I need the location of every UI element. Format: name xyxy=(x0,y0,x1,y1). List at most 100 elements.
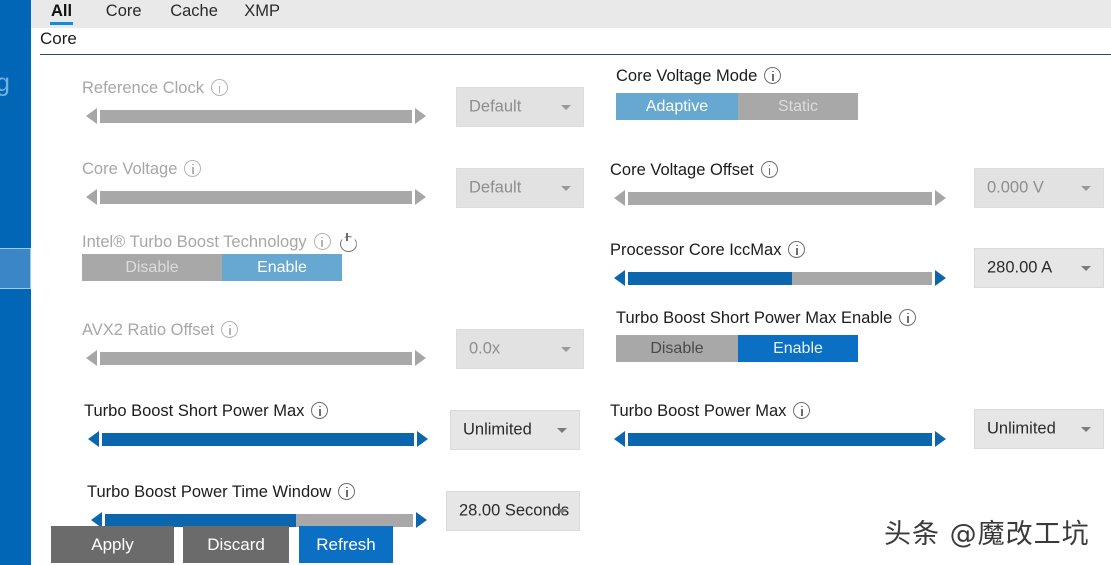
tab-xmp[interactable]: XMP xyxy=(235,0,289,28)
slider-increment-arrow[interactable] xyxy=(415,189,426,205)
slider-increment-arrow[interactable] xyxy=(935,431,946,447)
watermark: 头条 @魔改工坑 xyxy=(884,519,1090,550)
page-title: Core xyxy=(40,29,77,48)
slider-decrement-arrow[interactable] xyxy=(88,431,99,447)
chevron-down-icon[interactable] xyxy=(1081,427,1091,432)
setting-dropdown[interactable]: Unlimited xyxy=(974,409,1104,449)
setting-dropdown[interactable]: 0.000 V xyxy=(974,168,1104,208)
tab-cache[interactable]: Cache xyxy=(161,0,227,28)
setting-toggle-group: Disable Enable xyxy=(82,254,342,281)
info-icon[interactable] xyxy=(899,309,917,326)
toggle-option-label: Static xyxy=(777,97,818,115)
tab-core[interactable]: Core xyxy=(97,0,151,28)
setting-label: Core Voltage Mode xyxy=(616,66,782,86)
rail-selected-item[interactable] xyxy=(0,248,31,289)
chevron-down-icon[interactable] xyxy=(1081,266,1091,271)
slider-increment-arrow[interactable] xyxy=(415,108,426,124)
setting-label: Turbo Boost Short Power Max xyxy=(84,401,329,421)
toggle-option-enable[interactable]: Enable xyxy=(222,254,342,281)
setting-dropdown[interactable]: Default xyxy=(456,87,584,127)
setting-label-text: AVX2 Ratio Offset xyxy=(82,321,215,339)
slider-increment-arrow[interactable] xyxy=(935,270,946,286)
tab-label: Core xyxy=(105,2,142,20)
slider-decrement-arrow[interactable] xyxy=(86,350,97,366)
setting-slider[interactable] xyxy=(614,268,946,288)
chevron-down-icon[interactable] xyxy=(561,105,571,110)
info-icon[interactable] xyxy=(184,160,202,177)
slider-decrement-arrow[interactable] xyxy=(614,270,625,286)
info-icon[interactable] xyxy=(788,241,806,258)
toggle-option-disable[interactable]: Disable xyxy=(616,335,738,362)
slider-track[interactable] xyxy=(100,191,412,204)
power-icon[interactable] xyxy=(339,233,356,250)
setting-dropdown[interactable]: 0.0x xyxy=(456,329,584,369)
slider-track[interactable] xyxy=(628,192,932,205)
info-icon[interactable] xyxy=(221,321,239,338)
setting-slider[interactable] xyxy=(86,106,426,126)
setting-dropdown[interactable]: Unlimited xyxy=(450,410,580,450)
info-icon[interactable] xyxy=(760,161,778,178)
refresh-button[interactable]: Refresh xyxy=(299,526,393,563)
setting-label: Turbo Boost Short Power Max Enable xyxy=(616,308,917,328)
slider-increment-arrow[interactable] xyxy=(416,512,427,528)
chevron-down-icon[interactable] xyxy=(561,347,571,352)
setting-label: Intel® Turbo Boost Technology xyxy=(82,232,356,252)
setting-label: Turbo Boost Power Time Window xyxy=(87,482,356,502)
toggle-option-label: Adaptive xyxy=(645,97,709,115)
setting-slider[interactable] xyxy=(88,429,428,449)
setting-slider[interactable] xyxy=(86,187,426,207)
setting-slider[interactable] xyxy=(86,348,426,368)
toggle-option-label: Disable xyxy=(125,258,179,276)
toggle-option-label: Enable xyxy=(773,339,823,357)
setting-slider[interactable] xyxy=(614,188,946,208)
chevron-down-icon[interactable] xyxy=(557,509,567,514)
setting-label: Core Voltage Offset xyxy=(610,160,778,180)
apply-button[interactable]: Apply xyxy=(51,526,174,563)
setting-dropdown[interactable]: 28.00 Seconds xyxy=(446,491,580,531)
toggle-option-enable[interactable]: Enable xyxy=(738,335,858,362)
slider-increment-arrow[interactable] xyxy=(415,350,426,366)
info-icon[interactable] xyxy=(311,402,329,419)
dropdown-value: 0.0x xyxy=(469,339,501,358)
tab-label: Cache xyxy=(170,2,218,20)
slider-increment-arrow[interactable] xyxy=(935,190,946,206)
setting-label-text: Intel® Turbo Boost Technology xyxy=(82,233,307,251)
chevron-down-icon[interactable] xyxy=(561,186,571,191)
info-icon[interactable] xyxy=(338,483,356,500)
setting-dropdown[interactable]: 280.00 A xyxy=(974,248,1104,288)
setting-label-text: Turbo Boost Power Time Window xyxy=(87,483,332,501)
slider-decrement-arrow[interactable] xyxy=(86,108,97,124)
slider-decrement-arrow[interactable] xyxy=(86,189,97,205)
toggle-option-adaptive[interactable]: Adaptive xyxy=(616,93,738,120)
core-settings-panel: Reference Clock Default Core Voltage Defaul… xyxy=(31,55,1111,565)
setting-dropdown[interactable]: Default xyxy=(456,168,584,208)
info-icon[interactable] xyxy=(764,67,782,84)
toggle-option-disable[interactable]: Disable xyxy=(82,254,222,281)
info-icon[interactable] xyxy=(313,233,331,250)
setting-toggle-group: Adaptive Static xyxy=(616,93,858,120)
info-icon[interactable] xyxy=(793,402,811,419)
slider-track[interactable] xyxy=(628,272,932,285)
slider-track[interactable] xyxy=(628,433,932,446)
setting-slider[interactable] xyxy=(614,429,946,449)
tab-active-indicator xyxy=(50,22,74,25)
setting-label-text: Turbo Boost Short Power Max Enable xyxy=(616,309,893,327)
slider-decrement-arrow[interactable] xyxy=(614,190,625,206)
slider-track[interactable] xyxy=(100,352,412,365)
slider-decrement-arrow[interactable] xyxy=(614,431,625,447)
slider-increment-arrow[interactable] xyxy=(417,431,428,447)
info-icon[interactable] xyxy=(210,79,228,96)
chevron-down-icon[interactable] xyxy=(557,428,567,433)
dropdown-value: Default xyxy=(469,178,522,197)
slider-track[interactable] xyxy=(102,433,414,446)
discard-button[interactable]: Discard xyxy=(183,526,289,563)
tab-all[interactable]: All xyxy=(42,0,81,28)
setting-label: Reference Clock xyxy=(82,78,228,98)
dropdown-value: 0.000 V xyxy=(987,178,1044,197)
slider-track[interactable] xyxy=(100,110,412,123)
dropdown-value: 280.00 A xyxy=(987,258,1053,277)
toggle-option-static[interactable]: Static xyxy=(738,93,858,120)
setting-label-text: Core Voltage Mode xyxy=(616,67,758,85)
chevron-down-icon[interactable] xyxy=(1081,186,1091,191)
left-navigation-rail[interactable]: g xyxy=(0,0,31,565)
